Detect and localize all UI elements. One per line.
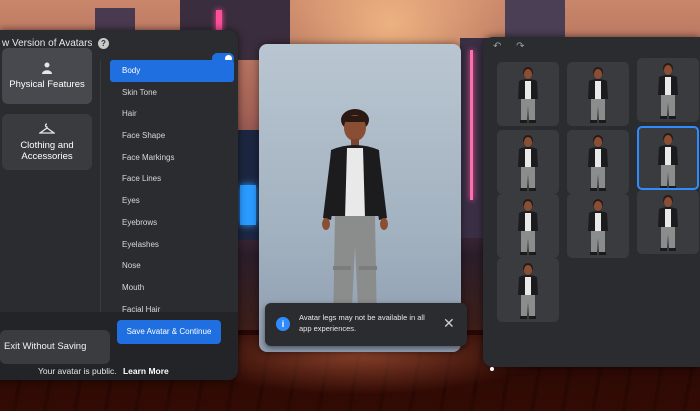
person-icon	[40, 62, 54, 76]
avatar-legs-notice: i Avatar legs may not be available in al…	[265, 303, 467, 346]
body-option-tile[interactable]	[497, 130, 559, 194]
avatar-thumbnail	[518, 263, 538, 319]
avatar-thumbnail	[518, 199, 538, 255]
feature-item-face-shape[interactable]: Face Shape	[110, 125, 234, 147]
exit-without-saving-button[interactable]: Exit Without Saving	[0, 330, 110, 364]
category-label: Physical Features	[9, 79, 85, 90]
body-option-tile[interactable]	[497, 258, 559, 322]
avatar-thumbnail	[588, 135, 608, 191]
feature-item-eyes[interactable]: Eyes	[110, 190, 234, 212]
feature-item-nose[interactable]: Nose	[110, 255, 234, 277]
avatar-editor-panel: w Version of Avatars ? Physical Features…	[0, 30, 238, 380]
feature-item-hair[interactable]: Hair	[110, 103, 234, 125]
feature-list: Body Skin Tone Hair Face Shape Face Mark…	[110, 60, 234, 320]
avatar-thumbnail	[518, 67, 538, 123]
feature-item-face-markings[interactable]: Face Markings	[110, 147, 234, 169]
body-option-tile[interactable]	[497, 62, 559, 126]
avatar-thumbnail	[588, 199, 608, 255]
feature-item-skin-tone[interactable]: Skin Tone	[110, 82, 234, 104]
category-clothing-accessories[interactable]: Clothing and Accessories	[2, 114, 92, 170]
feature-item-face-lines[interactable]: Face Lines	[110, 168, 234, 190]
public-text: Your avatar is public.	[38, 366, 117, 376]
avatar-thumbnail	[518, 135, 538, 191]
body-option-tile[interactable]	[637, 190, 699, 254]
public-notice: Your avatar is public. Learn More	[38, 366, 169, 376]
learn-more-link[interactable]: Learn More	[123, 366, 169, 376]
feature-item-body[interactable]: Body	[110, 60, 234, 82]
body-option-tile[interactable]	[637, 126, 699, 190]
notice-message: Avatar legs may not be available in all …	[299, 313, 425, 333]
avatar-thumbnail	[658, 63, 678, 119]
background-building	[505, 0, 565, 40]
close-icon[interactable]: ✕	[443, 315, 455, 331]
save-avatar-continue-button[interactable]: Save Avatar & Continue	[117, 320, 221, 344]
body-option-tile[interactable]	[637, 58, 699, 122]
body-options-panel: ↶ ↷	[483, 37, 700, 367]
body-option-tile[interactable]	[567, 194, 629, 258]
body-option-tile[interactable]	[497, 194, 559, 258]
neon-sign	[240, 185, 256, 225]
info-icon: i	[276, 317, 290, 331]
divider	[100, 60, 101, 320]
category-label: Clothing and Accessories	[20, 139, 74, 162]
feature-item-eyelashes[interactable]: Eyelashes	[110, 234, 234, 256]
body-option-tile[interactable]	[567, 130, 629, 194]
feature-item-eyebrows[interactable]: Eyebrows	[110, 212, 234, 234]
help-icon[interactable]: ?	[98, 38, 109, 49]
feature-item-mouth[interactable]: Mouth	[110, 277, 234, 299]
avatar-thumbnail	[658, 195, 678, 251]
hanger-icon	[37, 122, 57, 137]
avatar-thumbnail	[658, 133, 678, 188]
pointer-cursor	[490, 367, 494, 371]
avatar-thumbnail	[588, 67, 608, 123]
category-physical-features[interactable]: Physical Features	[2, 48, 92, 104]
neon-sign	[470, 50, 473, 200]
undo-redo-icons[interactable]: ↶ ↷	[493, 41, 531, 52]
body-option-tile[interactable]	[567, 62, 629, 126]
